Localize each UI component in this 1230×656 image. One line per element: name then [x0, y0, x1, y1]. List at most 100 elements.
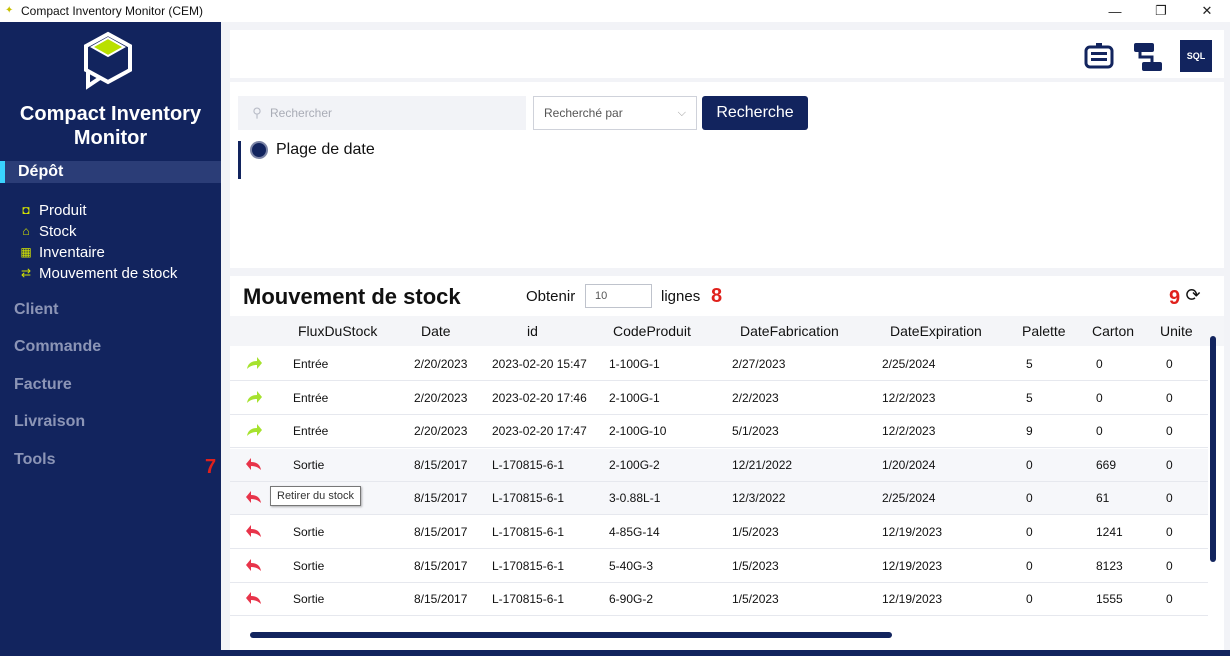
sidebar-item-mouvement-de-stock[interactable]: ⇄ Mouvement de stock [19, 263, 177, 283]
table-cell-date: 8/15/2017 [414, 558, 468, 573]
column-header[interactable]: DateExpiration [890, 323, 982, 339]
column-header[interactable]: DateFabrication [740, 323, 839, 339]
table-row[interactable]: Entrée 2/20/2023 2023-02-20 17:47 2-100G-10… [230, 415, 1208, 449]
table-cell-exp: 1/20/2024 [882, 457, 936, 472]
column-header[interactable]: CodeProduit [613, 323, 691, 339]
table-row[interactable]: 8/15/2017 L-170815-6-1 3-0.88L-1 12/3/2022 2… [230, 482, 1208, 516]
table-cell-fab: 5/1/2023 [732, 424, 779, 439]
sql-button[interactable]: SQL [1180, 40, 1212, 72]
table-cell-flux: Sortie [293, 558, 325, 573]
column-header[interactable]: Carton [1092, 323, 1134, 339]
table-cell-unite: 0 [1166, 357, 1173, 371]
table-cell-palette: 0 [1026, 558, 1033, 573]
nav-item-livraison[interactable]: Livraison [14, 413, 85, 431]
date-range-radio[interactable] [250, 141, 268, 159]
search-placeholder: Rechercher [270, 106, 333, 120]
column-header[interactable]: FluxDuStock [298, 323, 377, 339]
inventory-icon: ▦ [20, 245, 32, 259]
table-cell-carton: 0 [1096, 357, 1103, 371]
sidebar-item-label: Produit [39, 201, 87, 219]
table-cell-code: 3-0.88L-1 [609, 491, 661, 506]
table-cell-unite: 0 [1166, 457, 1173, 472]
sidebar-item-stock[interactable]: ⌂ Stock [19, 221, 76, 241]
table-cell-id: L-170815-6-1 [492, 491, 565, 506]
close-button[interactable]: ✕ [1184, 0, 1230, 22]
table-cell-fab: 12/21/2022 [732, 457, 793, 472]
table-cell-exp: 12/19/2023 [882, 592, 943, 607]
table-cell-palette: 0 [1026, 491, 1033, 506]
sidebar-item-produit[interactable]: ◘ Produit [19, 200, 87, 220]
table-cell-code: 4-85G-14 [609, 525, 660, 539]
stock-out-arrow-icon[interactable] [245, 488, 263, 506]
stock-out-arrow-icon[interactable] [245, 522, 263, 540]
app-icon: ✦ [5, 5, 14, 16]
table-cell-date: 8/15/2017 [414, 592, 468, 607]
table-row[interactable]: Sortie 8/15/2017 L-170815-6-1 4-85G-14 1/5/2… [230, 516, 1208, 549]
search-by-select[interactable]: Recherché par ⌵ [533, 96, 697, 130]
table-row[interactable]: Sortie 8/15/2017 L-170815-6-1 6-90G-2 1/5/20… [230, 583, 1208, 617]
column-header[interactable]: Date [421, 323, 451, 339]
nav-item-facture[interactable]: Facture [14, 376, 72, 394]
nav-item-commande[interactable]: Commande [14, 338, 101, 356]
table-cell-exp: 2/25/2024 [882, 357, 936, 371]
table-cell-fab: 1/5/2023 [732, 592, 779, 607]
table-cell-unite: 0 [1166, 390, 1173, 405]
sidebar: Compact Inventory Monitor Dépôt ◘ Produi… [0, 22, 221, 656]
server-icon[interactable] [1082, 40, 1116, 74]
table-cell-flux: Entrée [293, 390, 329, 405]
stock-out-arrow-icon[interactable] [245, 589, 263, 607]
horizontal-scrollbar[interactable] [250, 632, 892, 638]
nav-item-client[interactable]: Client [14, 301, 58, 319]
nav-item-depot[interactable]: Dépôt [0, 161, 221, 183]
table-cell-palette: 9 [1026, 424, 1033, 439]
panel-title: Mouvement de stock [243, 284, 461, 309]
table-row[interactable]: Sortie 8/15/2017 L-170815-6-1 2-100G-2 12/21… [230, 448, 1208, 482]
table-cell-carton: 8123 [1096, 558, 1123, 573]
chevron-down-icon: ⌵ [677, 106, 686, 119]
warehouse-icon: ⌂ [22, 224, 30, 238]
table-cell-id: 2023-02-20 17:47 [492, 424, 587, 439]
date-range-option[interactable]: Plage de date [238, 141, 375, 179]
search-input[interactable]: ⚲ Rechercher [238, 96, 526, 130]
maximize-button[interactable]: ❐ [1138, 0, 1184, 22]
column-header[interactable]: Palette [1022, 323, 1066, 339]
table-cell-fab: 1/5/2023 [732, 525, 779, 539]
table-cell-exp: 12/19/2023 [882, 558, 943, 573]
annotation-7: 7 [205, 456, 217, 478]
nav-item-depot-label: Dépôt [18, 163, 64, 180]
column-header[interactable]: id [527, 323, 538, 339]
vertical-scrollbar[interactable] [1210, 336, 1216, 562]
refresh-icon[interactable]: ⟳ [1182, 284, 1204, 306]
sidebar-item-inventaire[interactable]: ▦ Inventaire [19, 242, 105, 262]
table-row[interactable]: Entrée 2/20/2023 2023-02-20 15:47 1-100G-1 2… [230, 348, 1208, 381]
brand-title: Compact Inventory Monitor [0, 102, 221, 150]
table-cell-fab: 2/2/2023 [732, 390, 779, 405]
stock-in-arrow-icon[interactable] [245, 421, 263, 439]
stock-in-arrow-icon[interactable] [245, 388, 263, 406]
nav-item-tools[interactable]: Tools [14, 451, 55, 469]
table-cell-fab: 2/27/2023 [732, 357, 786, 371]
table-cell-unite: 0 [1166, 558, 1173, 573]
minimize-button[interactable]: — [1092, 0, 1138, 22]
app-logo [84, 31, 132, 90]
table-cell-exp: 12/2/2023 [882, 424, 936, 439]
filter-panel: ⚲ Rechercher Recherché par ⌵ Recherche P… [230, 82, 1224, 268]
table-cell-carton: 61 [1096, 491, 1110, 506]
table-cell-code: 5-40G-3 [609, 558, 654, 573]
annotation-9: 9 [1169, 287, 1181, 309]
date-range-label: Plage de date [276, 141, 375, 158]
table-cell-date: 2/20/2023 [414, 357, 468, 371]
table-row[interactable]: Sortie 8/15/2017 L-170815-6-1 5-40G-3 1/5/20… [230, 549, 1208, 583]
stock-in-arrow-icon[interactable] [245, 354, 263, 372]
bottom-bar [221, 650, 1230, 656]
network-icon[interactable] [1130, 40, 1164, 74]
column-header[interactable]: Unite [1160, 323, 1193, 339]
table-cell-id: L-170815-6-1 [492, 558, 565, 573]
table-cell-id: L-170815-6-1 [492, 525, 565, 539]
stock-out-arrow-icon[interactable] [245, 556, 263, 574]
row-count-input[interactable]: 10 [585, 284, 652, 308]
swap-arrows-icon: ⇄ [20, 266, 32, 280]
search-button[interactable]: Recherche [702, 96, 808, 130]
table-row[interactable]: Entrée 2/20/2023 2023-02-20 17:46 2-100G-1 2… [230, 381, 1208, 415]
stock-out-arrow-icon[interactable] [245, 455, 263, 473]
